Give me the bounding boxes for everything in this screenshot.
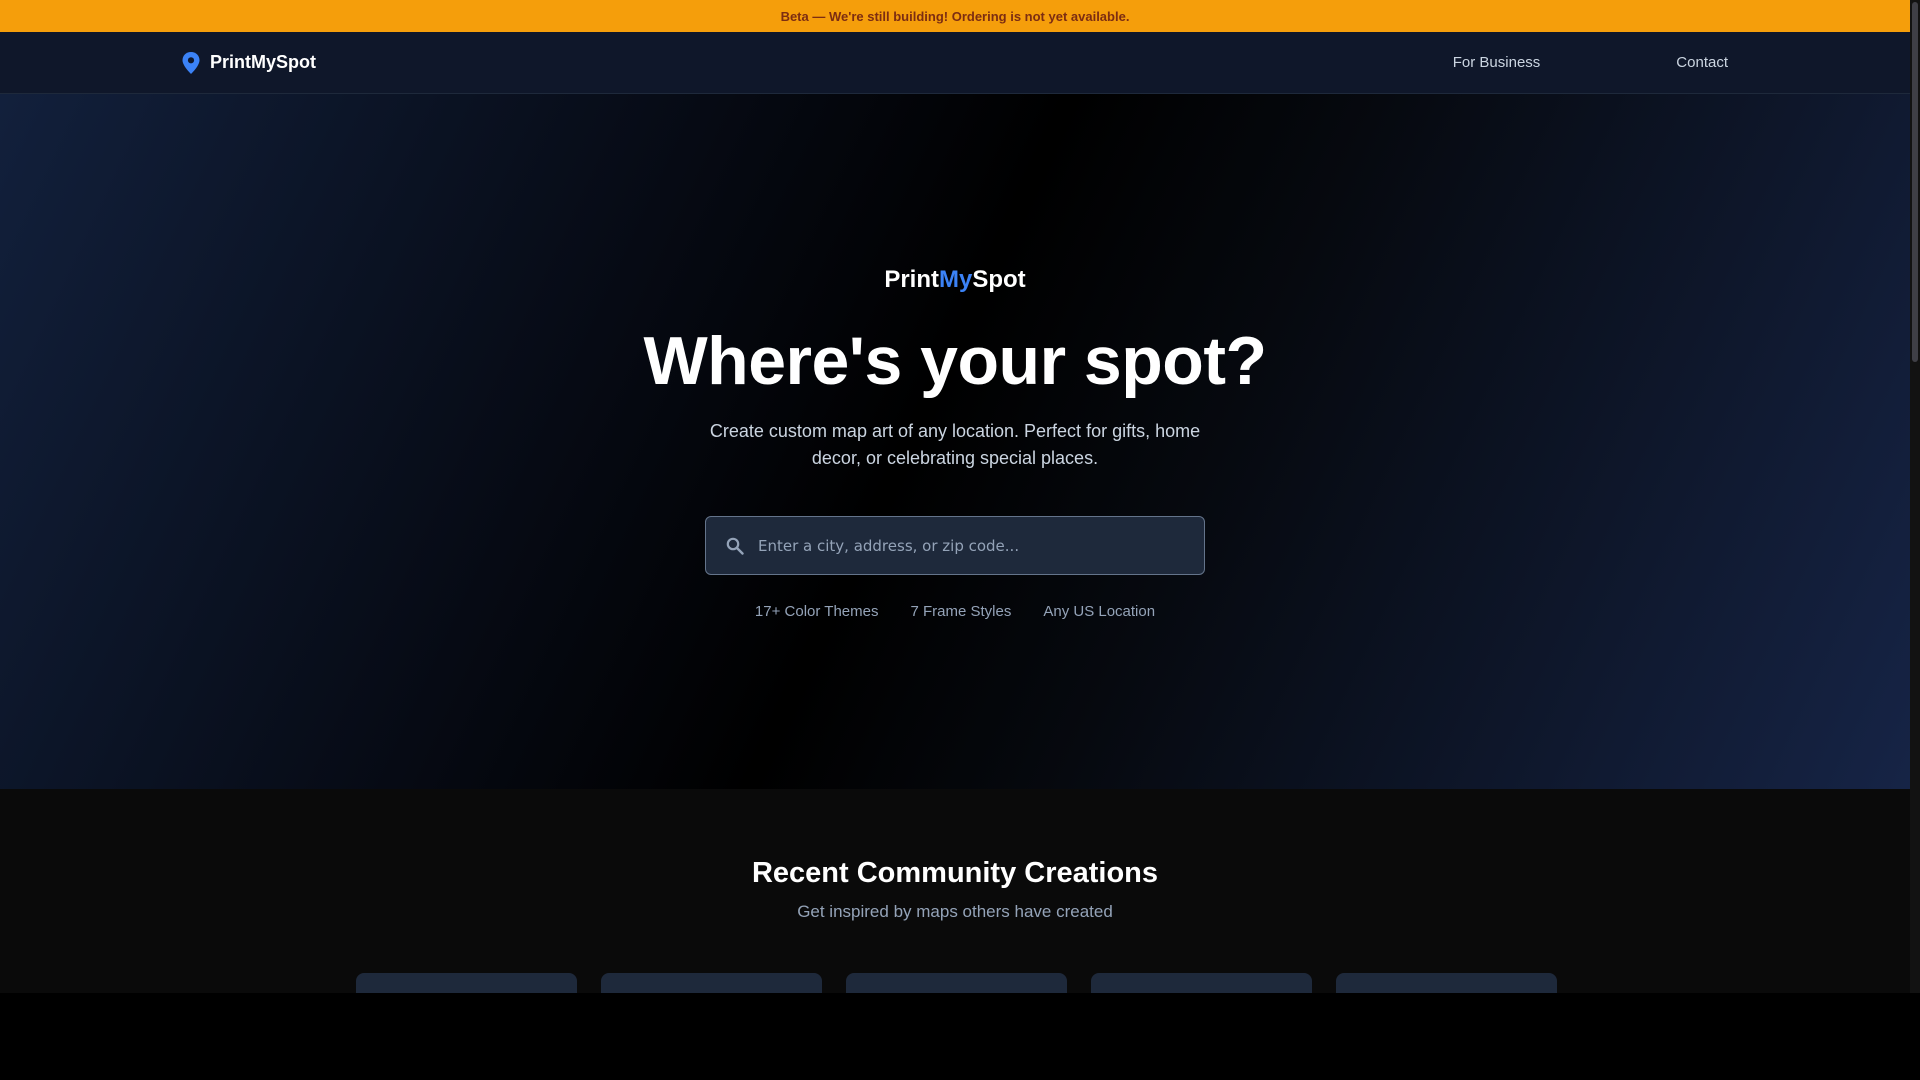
- community-title: Recent Community Creations: [751, 857, 1159, 889]
- community-subtitle: Get inspired by maps others have created: [797, 902, 1113, 921]
- scrollbar-thumb[interactable]: [1912, 2, 1918, 362]
- creation-card[interactable]: [356, 973, 577, 993]
- community-section: Recent Community Creations Get inspired …: [0, 789, 1910, 993]
- location-search-box[interactable]: [705, 516, 1205, 575]
- beta-banner: Beta — We're still building! Ordering is…: [0, 0, 1910, 32]
- nav-link-contact[interactable]: Contact: [1676, 54, 1728, 71]
- feature-color-themes: 17+ Color Themes: [754, 603, 879, 620]
- browser-viewport: Beta — We're still building! Ordering is…: [0, 0, 1910, 993]
- creation-card-row: [356, 973, 1557, 993]
- brand-name: PrintMySpot: [210, 52, 316, 72]
- nav-link-for-business[interactable]: For Business: [1453, 54, 1541, 71]
- beta-banner-text: Beta — We're still building! Ordering is…: [780, 8, 1130, 24]
- location-search-input[interactable]: [758, 517, 1184, 574]
- hero-section: PrintMySpot Where's your spot? Create cu…: [0, 94, 1910, 789]
- brand-link[interactable]: PrintMySpot: [182, 51, 316, 74]
- map-pin-icon: [182, 51, 200, 74]
- creation-card[interactable]: [1336, 973, 1557, 993]
- hero-subtitle: Create custom map art of any location. P…: [709, 421, 1201, 468]
- hero-logo-print: Print: [884, 266, 939, 293]
- nav-links: For Business Contact: [1453, 54, 1728, 71]
- screen-bottom-area: [0, 993, 1920, 1080]
- feature-frame-styles: 7 Frame Styles: [910, 603, 1012, 620]
- feature-any-us-location: Any US Location: [1043, 603, 1156, 620]
- creation-card[interactable]: [1091, 973, 1312, 993]
- creation-card[interactable]: [601, 973, 822, 993]
- feature-list: 17+ Color Themes 7 Frame Styles Any US L…: [755, 603, 1155, 620]
- hero-logo: PrintMySpot: [884, 266, 1025, 294]
- top-navbar: PrintMySpot For Business Contact: [0, 32, 1910, 94]
- hero-logo-spot: Spot: [972, 266, 1026, 293]
- search-icon: [726, 537, 744, 555]
- hero-title: Where's your spot?: [643, 323, 1267, 399]
- page-scrollbar[interactable]: [1910, 0, 1920, 993]
- hero-logo-my: My: [939, 266, 973, 293]
- creation-card[interactable]: [846, 973, 1067, 993]
